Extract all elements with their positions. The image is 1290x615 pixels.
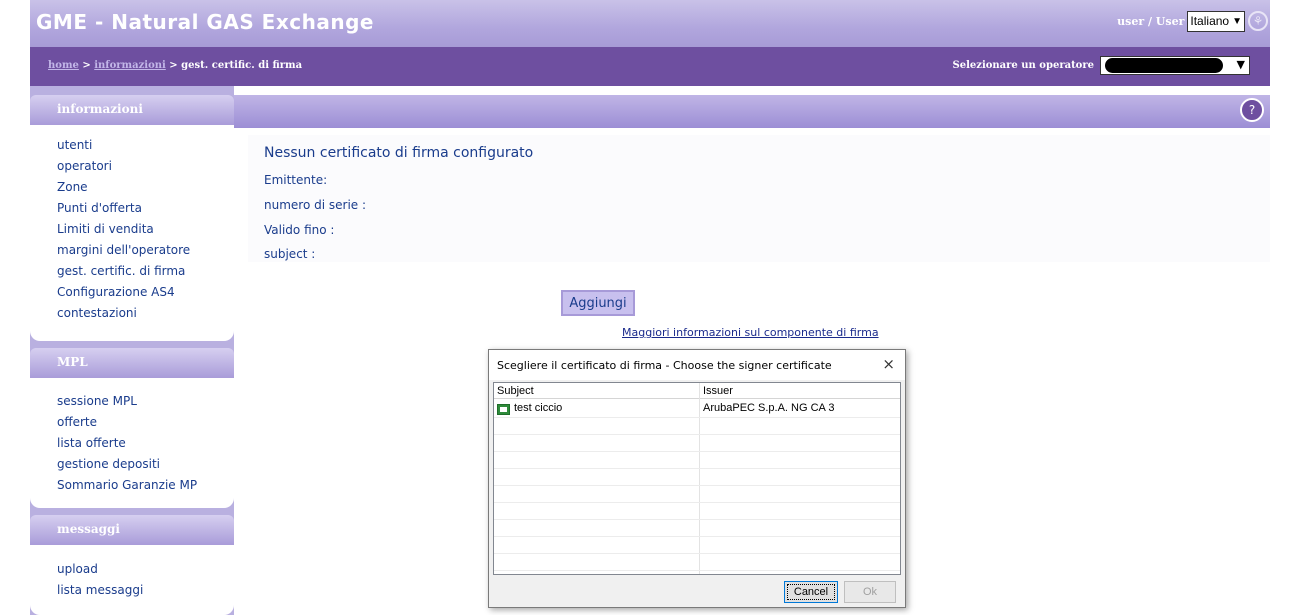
add-button[interactable]: Aggiungi [561, 290, 635, 316]
operator-area: Selezionare un operatore ▼ [953, 56, 1250, 75]
sidebar-item-utenti[interactable]: utenti [57, 138, 92, 152]
valid-until-label: Valido fino : [264, 223, 335, 237]
signing-component-info-link[interactable]: Maggiori informazioni sul componente di … [622, 326, 879, 339]
sidebar-item-configurazione-as4[interactable]: Configurazione AS4 [57, 285, 175, 299]
certificate-chooser-dialog: Scegliere il certificato di firma - Choo… [488, 349, 906, 608]
user-label: user / User [1117, 14, 1185, 28]
sidebar-item-contestazioni[interactable]: contestazioni [57, 306, 137, 320]
dialog-titlebar: Scegliere il certificato di firma - Choo… [489, 350, 905, 380]
language-select[interactable]: Italiano ▼ [1187, 10, 1245, 32]
sidebar-item-operatori[interactable]: operatori [57, 159, 112, 173]
language-value: Italiano [1190, 14, 1230, 28]
redacted-operator-value [1105, 58, 1223, 73]
sidebar-list-mpl: sessione MPL offerte lista offerte gesti… [30, 378, 234, 508]
sidebar-item-punti-offerta[interactable]: Punti d'offerta [57, 201, 142, 215]
sidebar-section-title: informazioni [57, 102, 143, 116]
row-divider [494, 434, 900, 435]
sidebar-item-lista-offerte[interactable]: lista offerte [57, 436, 126, 450]
top-header: GME - Natural GAS Exchange user / User I… [30, 0, 1270, 47]
sidebar-item-gestione-depositi[interactable]: gestione depositi [57, 457, 160, 471]
row-divider [494, 536, 900, 537]
cancel-button[interactable]: Cancel [784, 581, 838, 603]
breadcrumb-info-link[interactable]: informazioni [94, 60, 166, 71]
sidebar-item-lista-messaggi[interactable]: lista messaggi [57, 583, 143, 597]
sidebar-item-zone[interactable]: Zone [57, 180, 88, 194]
sidebar-section-mpl: MPL [30, 348, 234, 378]
serial-number-label: numero di serie : [264, 198, 367, 212]
certificate-table: Subject Issuer test ciccio ArubaPEC S.p.… [493, 382, 901, 575]
sidebar-item-upload[interactable]: upload [57, 562, 98, 576]
dialog-title: Scegliere il certificato di firma - Choo… [497, 359, 832, 372]
column-header-subject[interactable]: Subject [494, 383, 699, 399]
row-divider [494, 570, 900, 571]
sidebar-section-title: MPL [57, 355, 88, 369]
operator-select[interactable]: ▼ [1100, 56, 1250, 75]
close-icon[interactable]: × [882, 355, 895, 373]
row-subject: test ciccio [514, 402, 563, 414]
table-row[interactable]: test ciccio ArubaPEC S.p.A. NG CA 3 [494, 400, 900, 417]
sidebar-item-sessione-mpl[interactable]: sessione MPL [57, 394, 137, 408]
subject-label: subject : [264, 247, 316, 261]
certificate-icon [497, 404, 510, 415]
chevron-down-icon: ▼ [1236, 58, 1245, 71]
row-issuer: ArubaPEC S.p.A. NG CA 3 [703, 402, 835, 414]
sidebar-item-margini-operatore[interactable]: margini dell'operatore [57, 243, 190, 257]
row-divider [494, 468, 900, 469]
ok-button[interactable]: Ok [844, 581, 896, 603]
logout-icon[interactable]: ⚘ [1248, 11, 1268, 31]
sidebar-list-informazioni: utenti operatori Zone Punti d'offerta Li… [30, 125, 234, 341]
column-header-issuer[interactable]: Issuer [699, 383, 900, 399]
row-divider [494, 451, 900, 452]
sidebar-section-title: messaggi [57, 522, 120, 536]
user-area: user / User Italiano ▼ ⚘ [1117, 10, 1268, 32]
sidebar-section-informazioni: informazioni [30, 95, 234, 125]
certificate-status-title: Nessun certificato di firma configurato [264, 145, 534, 161]
sidebar-item-offerte[interactable]: offerte [57, 415, 97, 429]
breadcrumb-current: > gest. certific. di firma [165, 60, 303, 71]
row-divider [494, 502, 900, 503]
issuer-label: Emittente: [264, 173, 328, 187]
sidebar-item-gest-certific[interactable]: gest. certific. di firma [57, 264, 185, 278]
operator-label: Selezionare un operatore [952, 60, 1094, 71]
sidebar-section-messaggi: messaggi [30, 515, 234, 545]
help-icon[interactable]: ? [1240, 98, 1264, 122]
sidebar-item-limiti-vendita[interactable]: Limiti di vendita [57, 222, 154, 236]
chevron-down-icon: ▼ [1232, 15, 1242, 27]
app-title: GME - Natural GAS Exchange [36, 10, 374, 34]
nav-bar: home > informazioni > gest. certific. di… [30, 47, 1270, 86]
row-divider [494, 553, 900, 554]
content-header: ? [234, 95, 1270, 128]
breadcrumb: home > informazioni > gest. certific. di… [48, 60, 302, 71]
sidebar-item-sommario-garanzie[interactable]: Sommario Garanzie MP [57, 478, 197, 492]
breadcrumb-home-link[interactable]: home [48, 60, 79, 71]
row-divider [494, 519, 900, 520]
sidebar-list-messaggi: upload lista messaggi [30, 545, 234, 615]
row-divider [494, 417, 900, 418]
row-divider [494, 485, 900, 486]
breadcrumb-separator: > [78, 60, 95, 71]
